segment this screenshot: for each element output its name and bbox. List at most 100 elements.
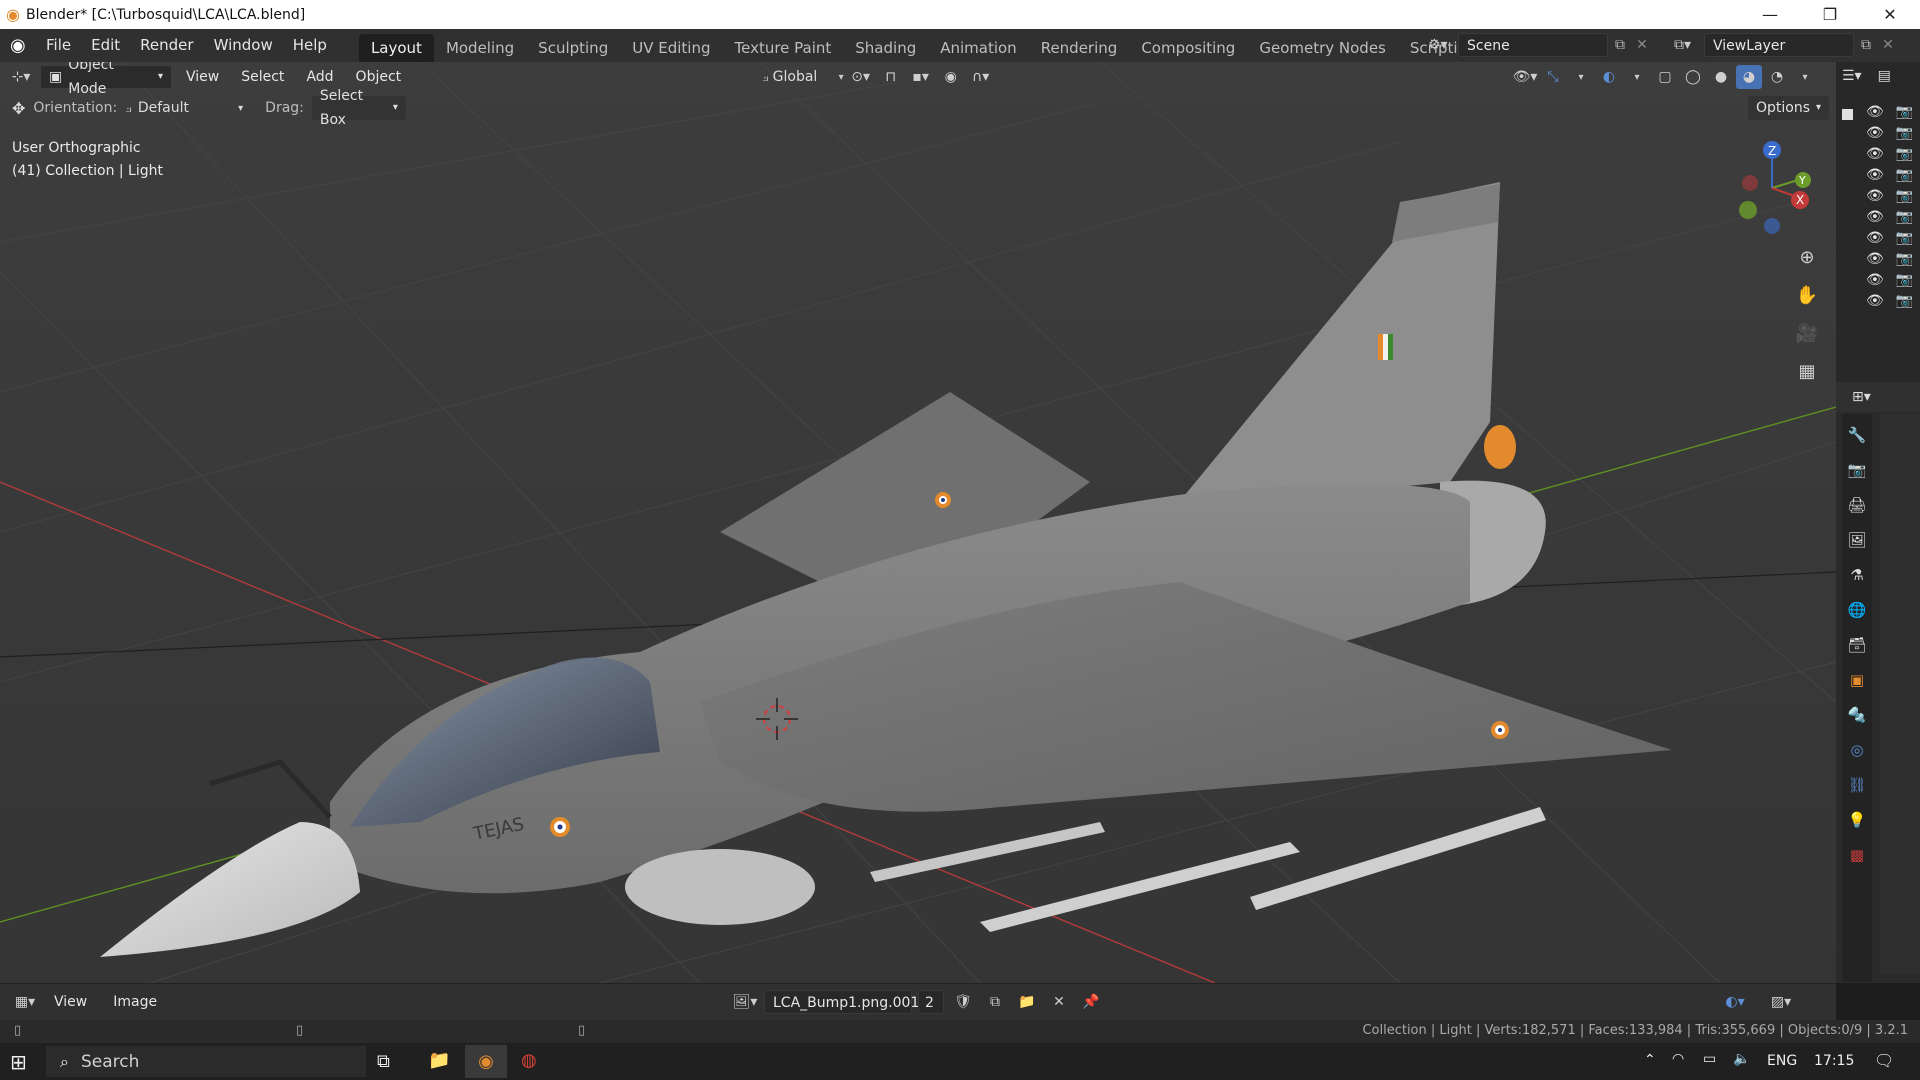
image-menu-view[interactable]: View (44, 990, 97, 1014)
options-dropdown[interactable]: Options ▾ (1748, 96, 1830, 120)
hide-in-viewport-icon[interactable]: 👁 (1866, 125, 1884, 141)
hide-in-viewport-icon[interactable]: 👁 (1866, 104, 1884, 120)
render-visibility-icon[interactable]: 📷 (1896, 188, 1913, 204)
delete-view-layer-icon[interactable]: ✕ (1878, 37, 1898, 53)
image-menu-image[interactable]: Image (103, 990, 167, 1014)
toggle-ortho-grid-icon[interactable]: ▦ (1792, 356, 1822, 386)
render-visibility-icon[interactable]: 📷 (1896, 167, 1913, 183)
menu-help[interactable]: Help (283, 29, 337, 62)
falloff-icon[interactable]: ∩▾ (968, 65, 994, 89)
drag-dropdown[interactable]: Select Box ▾ (311, 88, 406, 128)
xray-icon[interactable]: ▢ (1652, 65, 1678, 89)
wireframe-shading-icon[interactable]: ◯ (1680, 65, 1706, 89)
menu-window[interactable]: Window (204, 29, 283, 62)
view-layer-name-field[interactable]: ViewLayer (1704, 33, 1854, 57)
gizmo-dropdown-icon[interactable]: ▾ (1568, 65, 1594, 89)
render-visibility-icon[interactable]: 📷 (1896, 230, 1913, 246)
hide-in-viewport-icon[interactable]: 👁 (1866, 272, 1884, 288)
snap-icon[interactable]: ⊓ (878, 65, 904, 89)
constraint-properties-icon[interactable]: ⛓ (1844, 772, 1870, 798)
zoom-icon[interactable]: ⊕ (1792, 242, 1822, 272)
outliner-filter-icon[interactable]: ▤ (1878, 68, 1891, 84)
tray-chevron-icon[interactable]: ⌃ (1644, 1052, 1656, 1068)
rendered-shading-icon[interactable]: ◔ (1764, 65, 1790, 89)
output-properties-icon[interactable]: 🖨 (1844, 492, 1870, 518)
hide-in-viewport-icon[interactable]: 👁 (1866, 230, 1884, 246)
volume-icon[interactable]: 🔈 (1733, 1051, 1750, 1067)
world-properties-icon[interactable]: 🌐 (1844, 597, 1870, 623)
scene-name-field[interactable]: Scene (1458, 33, 1608, 57)
view-layer-icon[interactable]: ⧉▾ (1674, 37, 1704, 53)
hide-in-viewport-icon[interactable]: 👁 (1866, 167, 1884, 183)
fake-user-shield-icon[interactable]: 🛡 (950, 990, 976, 1014)
battery-icon[interactable]: ▭ (1703, 1051, 1716, 1067)
tab-sculpting[interactable]: Sculpting (526, 34, 620, 62)
editor-type-icon[interactable]: ⊹▾ (8, 65, 34, 89)
delete-scene-icon[interactable]: ✕ (1632, 37, 1652, 53)
hide-in-viewport-icon[interactable]: 👁 (1866, 188, 1884, 204)
physics-properties-icon[interactable]: ◎ (1844, 737, 1870, 763)
render-visibility-icon[interactable]: 📷 (1896, 146, 1913, 162)
blender-taskbar-icon[interactable]: ◉ (465, 1045, 507, 1078)
transform-orientation-dropdown[interactable]: Global (773, 69, 835, 85)
viewport-menu-select[interactable]: Select (233, 65, 292, 89)
windows-start-icon[interactable]: ⊞ (10, 1050, 27, 1074)
overlay-icon[interactable]: ◐ (1596, 65, 1622, 89)
tab-rendering[interactable]: Rendering (1029, 34, 1130, 62)
menu-file[interactable]: File (36, 29, 81, 62)
scene-properties-icon[interactable]: ⚗ (1844, 562, 1870, 588)
task-view-icon[interactable]: ⧉ (377, 1051, 390, 1072)
taskbar-search-box[interactable]: ⌕ Search (46, 1046, 366, 1077)
system-clock[interactable]: 17:15 (1814, 1053, 1854, 1069)
restore-icon[interactable]: ❐ (1800, 0, 1860, 29)
wifi-icon[interactable]: ◠ (1672, 1051, 1684, 1067)
snap-target-icon[interactable]: ▪▾ (908, 65, 934, 89)
tab-modeling[interactable]: Modeling (434, 34, 526, 62)
open-image-folder-icon[interactable]: 📁 (1014, 990, 1040, 1014)
outliner-editor-icon[interactable]: ☰▾ (1842, 68, 1862, 84)
proportional-editing-icon[interactable]: ◉ (938, 65, 964, 89)
overlay-dropdown-icon[interactable]: ▾ (1624, 65, 1650, 89)
hide-in-viewport-icon[interactable]: 👁 (1866, 293, 1884, 309)
object-properties-icon[interactable]: ▣ (1844, 667, 1870, 693)
3d-viewport[interactable]: TEJAS ⊹▾ ▣ Object Mode ▾ View Select Add… (0, 62, 1836, 983)
tab-shading[interactable]: Shading (843, 34, 928, 62)
modifier-properties-icon[interactable]: 🔩 (1844, 702, 1870, 728)
pan-hand-icon[interactable]: ✋ (1792, 280, 1822, 310)
blender-menu-icon[interactable]: ◉ (10, 35, 34, 56)
tab-texture-paint[interactable]: Texture Paint (722, 34, 843, 62)
render-properties-icon[interactable]: 📷 (1844, 457, 1870, 483)
solid-shading-icon[interactable]: ● (1708, 65, 1734, 89)
render-visibility-icon[interactable]: 📷 (1896, 293, 1913, 309)
shading-dropdown-icon[interactable]: ▾ (1792, 65, 1818, 89)
unlink-image-icon[interactable]: ✕ (1046, 990, 1072, 1014)
new-image-icon[interactable]: ⧉ (982, 990, 1008, 1014)
material-preview-icon[interactable]: ◕ (1736, 65, 1762, 89)
orientation-dropdown[interactable]: ⟓ Default ▾ (125, 100, 243, 116)
visibility-icon[interactable]: 👁▾ (1512, 65, 1538, 89)
outliner-checkbox[interactable] (1842, 108, 1853, 124)
viewport-menu-view[interactable]: View (178, 65, 227, 89)
pivot-point-icon[interactable]: ⊙▾ (848, 65, 874, 89)
properties-editor-icon[interactable]: ⊞▾ (1852, 389, 1871, 405)
tab-uv-editing[interactable]: UV Editing (620, 34, 722, 62)
render-visibility-icon[interactable]: 📷 (1896, 272, 1913, 288)
tab-geometry-nodes[interactable]: Geometry Nodes (1247, 34, 1398, 62)
image-overlay-icon[interactable]: ◐▾ (1722, 990, 1748, 1014)
texture-properties-icon[interactable]: ▩ (1844, 842, 1870, 868)
menu-edit[interactable]: Edit (81, 29, 130, 62)
gizmo-icon[interactable]: ⤡ (1540, 65, 1566, 89)
tab-layout[interactable]: Layout (358, 34, 434, 62)
tab-animation[interactable]: Animation (928, 34, 1028, 62)
tab-compositing[interactable]: Compositing (1129, 34, 1247, 62)
navigation-gizmo[interactable]: Z Y X (1730, 138, 1820, 234)
image-editor-type-icon[interactable]: ▦▾ (12, 990, 38, 1014)
notifications-icon[interactable]: 🗨 (1874, 1051, 1894, 1070)
view-layer-properties-icon[interactable]: 🖼 (1844, 527, 1870, 553)
hide-in-viewport-icon[interactable]: 👁 (1866, 146, 1884, 162)
render-visibility-icon[interactable]: 📷 (1896, 104, 1913, 120)
close-icon[interactable]: ✕ (1860, 0, 1920, 29)
tool-properties-icon[interactable]: 🔧 (1844, 422, 1870, 448)
input-language[interactable]: ENG (1767, 1053, 1797, 1069)
minimize-icon[interactable]: — (1740, 0, 1800, 29)
